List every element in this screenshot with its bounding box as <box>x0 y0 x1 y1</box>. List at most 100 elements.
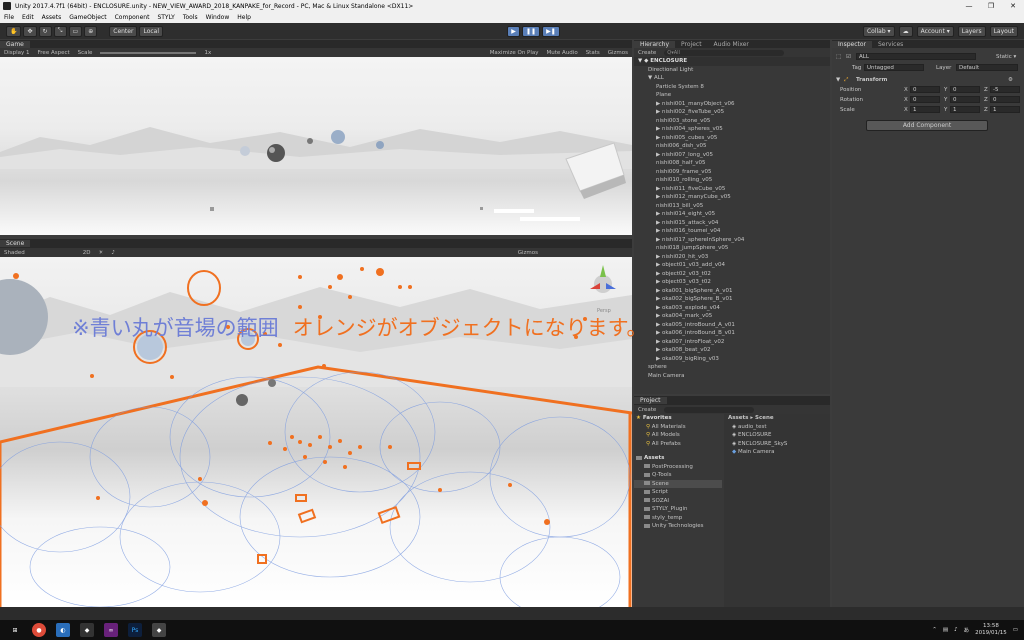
project-folder[interactable]: SOZAI <box>634 497 722 506</box>
pivot-center-button[interactable]: Center <box>109 25 138 37</box>
scene-gizmos-dropdown[interactable]: Gizmos <box>518 250 538 256</box>
game-view[interactable] <box>0 57 632 235</box>
volume-icon[interactable]: ♪ <box>954 627 958 633</box>
hierarchy-item[interactable]: nishi003_stone_v05 <box>634 117 830 126</box>
project-file[interactable]: ◆ Main Camera <box>724 448 830 457</box>
project-search-input[interactable] <box>664 406 755 413</box>
layers-dropdown[interactable]: Layers <box>957 25 986 37</box>
mode-2d-toggle[interactable]: 2D <box>83 250 91 256</box>
hierarchy-item[interactable]: ▶ nishi012_manyCube_v05 <box>634 193 830 202</box>
hierarchy-item[interactable]: ▶ object01_v03_add_v04 <box>634 261 830 270</box>
unity-editor-icon[interactable]: ◆ <box>152 623 166 637</box>
taskbar-clock[interactable]: 13:58 2019/01/15 <box>975 623 1007 637</box>
active-checkbox[interactable]: ☑ <box>846 54 851 60</box>
project-file[interactable]: ◈ ENCLOSURE_SkyS <box>724 440 830 449</box>
project-folder[interactable]: Q-Tools <box>634 471 722 480</box>
hierarchy-item[interactable]: sphere <box>634 363 830 372</box>
browser-icon[interactable]: ◐ <box>56 623 70 637</box>
hierarchy-item[interactable]: ▼ ALL <box>634 74 830 83</box>
hierarchy-item[interactable]: ▶ oka001_bigSphere_A_v01 <box>634 287 830 296</box>
menu-edit[interactable]: Edit <box>22 14 34 21</box>
scene-view[interactable]: Persp <box>0 257 632 607</box>
hierarchy-item[interactable]: ▶ nishi004_spheres_v05 <box>634 125 830 134</box>
menu-gameobject[interactable]: GameObject <box>69 14 106 21</box>
hierarchy-item[interactable]: ▶ nishi002_fiveTube_v05 <box>634 108 830 117</box>
hierarchy-item[interactable]: ▶ nishi017_sphereInSphere_v04 <box>634 236 830 245</box>
mute-audio-toggle[interactable]: Mute Audio <box>547 50 578 56</box>
object-name-field[interactable]: ALL <box>856 53 976 60</box>
hierarchy-item[interactable]: ▶ oka002_bigSphere_B_v01 <box>634 295 830 304</box>
display-dropdown[interactable]: Display 1 <box>4 50 30 56</box>
photoshop-icon[interactable]: Ps <box>128 623 142 637</box>
position-z-field[interactable]: -5 <box>990 86 1020 93</box>
project-file[interactable]: ◈ ENCLOSURE <box>724 431 830 440</box>
menu-styly[interactable]: STYLY <box>157 14 174 21</box>
hierarchy-create-button[interactable]: Create <box>638 50 656 56</box>
hierarchy-item[interactable]: ▶ oka005_introBound_A_v01 <box>634 321 830 330</box>
scale-y-field[interactable]: 1 <box>950 106 980 113</box>
hierarchy-item[interactable]: ▶ nishi015_attack_v04 <box>634 219 830 228</box>
rotation-x-field[interactable]: 0 <box>910 96 940 103</box>
hierarchy-item[interactable]: ▶ nishi014_eight_v05 <box>634 210 830 219</box>
hierarchy-item[interactable]: Main Camera <box>634 372 830 381</box>
tab-project-top[interactable]: Project <box>675 41 708 48</box>
hierarchy-item[interactable]: ▶ oka008_beat_v02 <box>634 346 830 355</box>
project-folder[interactable]: PostProcessing <box>634 463 722 472</box>
shading-dropdown[interactable]: Shaded <box>4 250 25 256</box>
aspect-dropdown[interactable]: Free Aspect <box>38 50 70 56</box>
hierarchy-item[interactable]: ▶ nishi020_hit_v03 <box>634 253 830 262</box>
tag-dropdown[interactable]: Untagged <box>864 64 924 71</box>
network-icon[interactable]: ▤ <box>943 627 948 633</box>
project-folder[interactable]: Scene <box>634 479 722 488</box>
collab-button[interactable]: Collab ▾ <box>862 25 895 37</box>
favorite-item[interactable]: ⚲ All Materials <box>634 423 722 432</box>
layout-dropdown[interactable]: Layout <box>989 25 1018 37</box>
project-folder[interactable]: styly_temp <box>634 514 722 523</box>
tab-audio-mixer[interactable]: Audio Mixer <box>708 41 755 48</box>
hierarchy-item[interactable]: ▶ nishi005_cubes_v05 <box>634 134 830 143</box>
audio-icon[interactable]: ♪ <box>111 250 115 256</box>
rotation-z-field[interactable]: 0 <box>990 96 1020 103</box>
pause-icon[interactable]: ❚❚ <box>522 25 541 37</box>
account-button[interactable]: Account ▾ <box>916 25 954 37</box>
hierarchy-item[interactable]: ▶ oka003_explode_v04 <box>634 304 830 313</box>
project-folder[interactable]: Script <box>634 488 722 497</box>
hierarchy-item[interactable]: Particle System 8 <box>634 83 830 92</box>
lighting-icon[interactable]: ☀ <box>98 250 103 256</box>
favorite-item[interactable]: ⚲ All Prefabs <box>634 440 722 449</box>
transform-foldout-icon[interactable]: ▼ <box>836 77 840 83</box>
tab-scene[interactable]: Scene <box>0 240 31 247</box>
hierarchy-item[interactable]: ▶ nishi011_fiveCube_v05 <box>634 185 830 194</box>
game-gizmos-dropdown[interactable]: Gizmos <box>608 50 628 56</box>
rotate-tool-icon[interactable]: ↻ <box>38 25 52 37</box>
hierarchy-item[interactable]: Directional Light <box>634 66 830 75</box>
move-tool-icon[interactable]: ✥ <box>23 25 37 37</box>
hierarchy-search-input[interactable]: Q▾All <box>664 49 785 56</box>
unity-hub-icon[interactable]: ◆ <box>80 623 94 637</box>
assets-header[interactable]: Assets <box>634 454 722 463</box>
hierarchy-item[interactable]: nishi018_jumpSphere_v05 <box>634 244 830 253</box>
tab-inspector[interactable]: Inspector <box>832 41 872 48</box>
project-folder[interactable]: Unity Technologies <box>634 522 722 531</box>
menu-window[interactable]: Window <box>206 14 230 21</box>
hand-tool-icon[interactable]: ✋ <box>6 25 22 37</box>
chevron-up-icon[interactable]: ⌃ <box>932 627 937 633</box>
stats-toggle[interactable]: Stats <box>586 50 600 56</box>
layer-dropdown[interactable]: Default <box>956 64 1018 71</box>
play-icon[interactable]: ▶ <box>507 25 521 37</box>
visual-studio-icon[interactable]: ∞ <box>104 623 118 637</box>
hierarchy-item[interactable]: ▶ oka009_bigRing_v03 <box>634 355 830 364</box>
maximize-on-play-toggle[interactable]: Maximize On Play <box>490 50 539 56</box>
tab-hierarchy[interactable]: Hierarchy <box>634 41 676 48</box>
hierarchy-item[interactable]: nishi009_frame_v05 <box>634 168 830 177</box>
menu-component[interactable]: Component <box>115 14 150 21</box>
tab-game[interactable]: Game <box>0 41 30 48</box>
favorites-header[interactable]: ★ Favorites <box>634 414 722 423</box>
tab-services[interactable]: Services <box>872 41 909 48</box>
hierarchy-item[interactable]: ▶ nishi016_toumei_v04 <box>634 227 830 236</box>
project-create-button[interactable]: Create <box>638 407 656 413</box>
project-file[interactable]: ◈ audio_test <box>724 423 830 432</box>
hierarchy-item[interactable]: ▶ object02_v03_t02 <box>634 270 830 279</box>
maximize-button[interactable]: ❐ <box>980 2 1002 10</box>
close-button[interactable]: ✕ <box>1002 2 1024 10</box>
